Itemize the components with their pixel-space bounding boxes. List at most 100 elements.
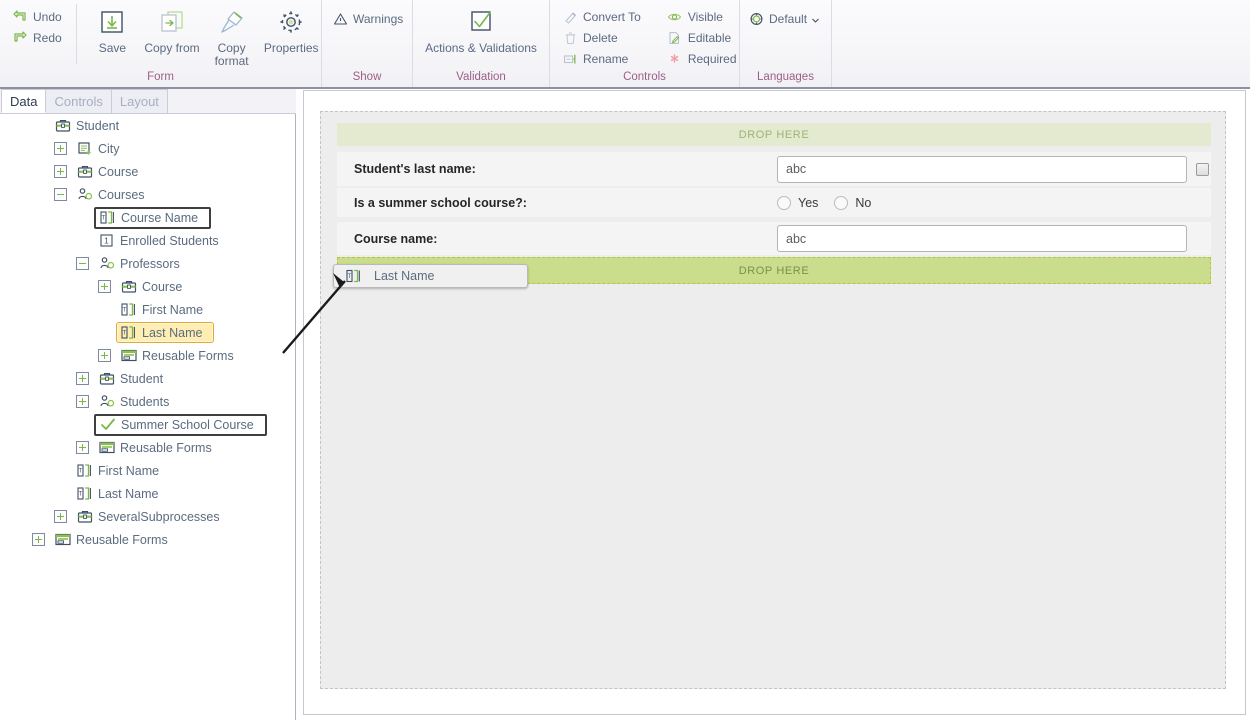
drag-ghost-last-name[interactable]: T Last Name	[333, 264, 528, 288]
copy-from-button[interactable]: Copy from	[142, 2, 202, 55]
tree-item-severalsubprocesses[interactable]: SeveralSubprocesses	[0, 505, 295, 528]
tree-item-inner[interactable]: T Last Name	[72, 483, 170, 504]
radio-yes-dot[interactable]	[777, 195, 791, 210]
default-language-label: Default	[769, 11, 808, 26]
expand-icon[interactable]	[76, 441, 89, 454]
tree-item-label: SeveralSubprocesses	[98, 509, 220, 524]
tree-item-professors[interactable]: Professors	[0, 252, 295, 275]
radio-no-dot[interactable]	[834, 195, 849, 210]
tree-item-inner[interactable]: Reusable Forms	[116, 345, 246, 366]
tree-item-inner[interactable]: T First Name	[116, 299, 215, 320]
data-tree[interactable]: Student City Course Courses T Course Name 1 Enr…	[0, 114, 295, 720]
tree-item-inner[interactable]: Reusable Forms	[50, 529, 180, 550]
students-last-name-input[interactable]: abc	[777, 155, 1187, 183]
tree-item-course[interactable]: Course	[0, 160, 295, 183]
tree-item-city[interactable]: City	[0, 137, 295, 160]
tree-item-inner[interactable]: Student	[94, 368, 175, 389]
tree-item-first-name[interactable]: T First Name	[0, 298, 295, 321]
tree-item-label: Student	[76, 118, 120, 133]
warnings-button[interactable]: Warnings	[328, 8, 407, 29]
expand-icon[interactable]	[98, 349, 111, 362]
tree-item-reusable-forms[interactable]: Reusable Forms	[0, 436, 295, 459]
collapse-icon[interactable]	[54, 188, 67, 201]
form-row-summer-school[interactable]: Is a summer school course?: Yes No	[337, 188, 1211, 217]
tree-item-enrolled-students[interactable]: 1 Enrolled Students	[0, 229, 295, 252]
expand-icon[interactable]	[76, 372, 89, 385]
tree-item-inner[interactable]: City	[72, 138, 132, 159]
drag-ghost-label: Last Name	[374, 269, 435, 283]
tree-item-course-name[interactable]: T Course Name	[0, 206, 295, 229]
students-last-name-checkbox[interactable]	[1196, 162, 1209, 176]
tree-item-inner[interactable]: Course	[116, 276, 194, 297]
course-name-input[interactable]: abc	[777, 225, 1187, 252]
form-row-course-name[interactable]: Course name: abc	[337, 222, 1211, 255]
tree-item-first-name[interactable]: T First Name	[0, 459, 295, 482]
tree-item-inner[interactable]: Professors	[94, 253, 192, 274]
rename-button[interactable]: Rename	[558, 48, 645, 69]
expand-icon[interactable]	[54, 165, 67, 178]
form-row-control[interactable]: Yes No	[777, 195, 1211, 210]
collection-icon	[98, 394, 115, 410]
tab-layout[interactable]: Layout	[110, 89, 168, 113]
tree-item-inner[interactable]: 1 Enrolled Students	[94, 230, 231, 251]
tree-item-inner[interactable]: T Last Name	[116, 322, 215, 343]
form-canvas[interactable]: DROP HERE Student's last name: abc Is a …	[320, 111, 1226, 689]
radio-option-no[interactable]: No	[834, 195, 871, 210]
redo-button[interactable]: Redo	[8, 27, 66, 48]
tree-item-label: Enrolled Students	[120, 233, 219, 248]
checkmark-icon	[99, 417, 116, 433]
expand-icon[interactable]	[54, 510, 67, 523]
redo-label: Redo	[33, 30, 62, 45]
no-expander	[76, 418, 89, 431]
properties-button[interactable]: Properties	[261, 2, 321, 55]
tab-controls[interactable]: Controls	[45, 89, 112, 113]
radio-option-yes[interactable]: Yes	[777, 195, 818, 210]
expand-icon[interactable]	[98, 280, 111, 293]
tree-item-reusable-forms[interactable]: Reusable Forms	[0, 344, 295, 367]
save-button[interactable]: Save	[83, 2, 143, 55]
tree-item-last-name[interactable]: T Last Name	[0, 482, 295, 505]
required-button[interactable]: Required	[663, 48, 741, 69]
default-language-dropdown[interactable]: Default	[744, 8, 823, 29]
visible-button[interactable]: Visible	[663, 6, 741, 27]
tab-data[interactable]: Data	[1, 89, 47, 113]
form-row-control[interactable]: abc	[777, 155, 1211, 183]
collapse-icon[interactable]	[76, 257, 89, 270]
tree-item-summer-school-course[interactable]: Summer School Course	[0, 413, 295, 436]
checkmark-box-icon	[465, 6, 497, 38]
tree-item-reusable-forms[interactable]: Reusable Forms	[0, 528, 295, 551]
editable-button[interactable]: Editable	[663, 27, 741, 48]
tree-item-inner[interactable]: Students	[94, 391, 181, 412]
tree-item-inner[interactable]: Courses	[72, 184, 157, 205]
tree-item-inner[interactable]: Course	[72, 161, 150, 182]
convert-to-button[interactable]: Convert To	[558, 6, 645, 27]
actions-validations-button[interactable]: Actions & Validations	[419, 2, 543, 55]
trash-icon	[562, 30, 578, 46]
tree-item-inner[interactable]: T Course Name	[94, 206, 212, 229]
tree-item-students[interactable]: Students	[0, 390, 295, 413]
tree-item-inner[interactable]: SeveralSubprocesses	[72, 506, 232, 527]
tree-item-label: City	[98, 141, 120, 156]
expand-icon[interactable]	[54, 142, 67, 155]
expand-icon[interactable]	[32, 533, 45, 546]
form-row-control[interactable]: abc	[777, 225, 1211, 252]
tree-item-course[interactable]: Course	[0, 275, 295, 298]
drop-zone-top[interactable]: DROP HERE	[337, 123, 1211, 146]
no-expander	[32, 119, 45, 132]
tree-item-inner[interactable]: Summer School Course	[94, 413, 267, 436]
gear-icon	[275, 6, 307, 38]
tree-item-courses[interactable]: Courses	[0, 183, 295, 206]
copy-format-button[interactable]: Copy format	[202, 2, 262, 68]
convert-to-label: Convert To	[583, 9, 641, 24]
collection-icon	[76, 187, 93, 203]
tree-item-student[interactable]: Student	[0, 367, 295, 390]
tree-item-inner[interactable]: Student	[50, 115, 131, 136]
tree-item-inner[interactable]: T First Name	[72, 460, 171, 481]
expand-icon[interactable]	[76, 395, 89, 408]
tree-item-last-name[interactable]: T Last Name	[0, 321, 295, 344]
tree-item-inner[interactable]: Reusable Forms	[94, 437, 224, 458]
form-row-students-last-name[interactable]: Student's last name: abc	[337, 152, 1211, 186]
undo-button[interactable]: Undo	[8, 6, 66, 27]
delete-button[interactable]: Delete	[558, 27, 645, 48]
tree-item-student[interactable]: Student	[0, 114, 295, 137]
